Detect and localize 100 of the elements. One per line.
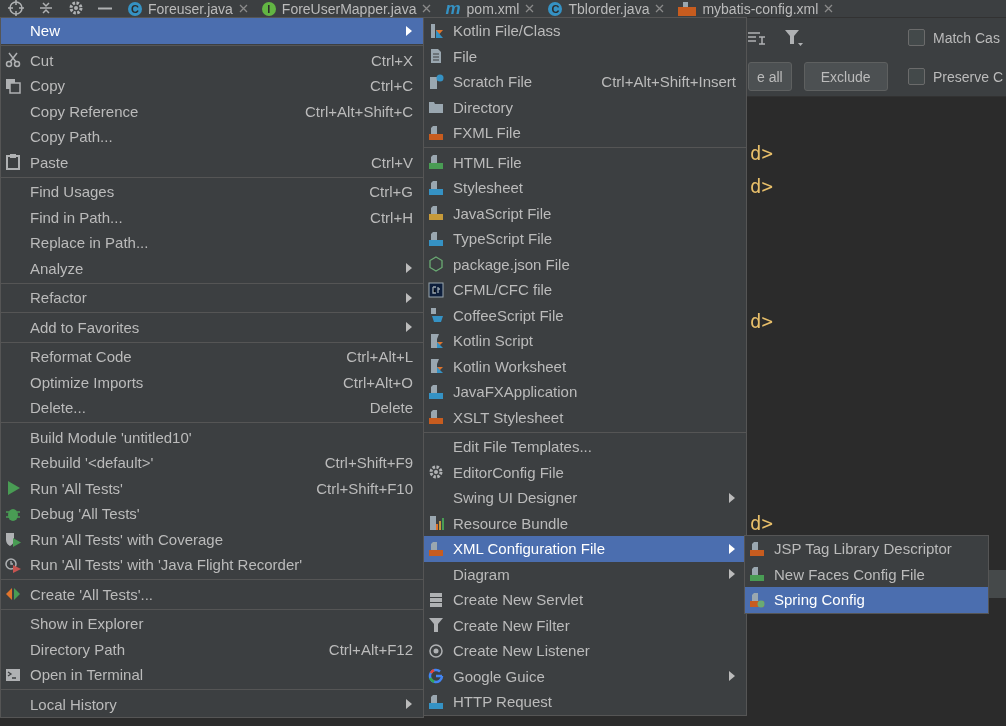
file-icon	[428, 48, 444, 65]
menu-item[interactable]: Run 'All Tests' with Coverage	[1, 526, 423, 552]
menu-item[interactable]: TypeScript File	[424, 226, 746, 252]
menu-item[interactable]: Rebuild '<default>' Ctrl+Shift+F9	[1, 450, 423, 476]
play-icon	[5, 480, 21, 497]
menu-item[interactable]: Create New Servlet	[424, 587, 746, 613]
scratch-file-icon	[428, 73, 444, 90]
menu-item[interactable]: Kotlin Worksheet	[424, 353, 746, 379]
clipboard-icon	[5, 154, 21, 171]
exclude-button[interactable]: Exclude	[803, 62, 888, 91]
menu-item[interactable]: Resource Bundle	[424, 510, 746, 536]
editor-tab[interactable]: C Tblorder.java	[544, 0, 675, 17]
menu-item[interactable]: Run 'All Tests' Ctrl+Shift+F10	[1, 475, 423, 501]
menu-item[interactable]: Local History	[1, 691, 423, 717]
tab-label: pom.xml	[466, 0, 520, 17]
menu-item[interactable]: Open in Terminal	[1, 662, 423, 688]
menu-item[interactable]: Create New Listener	[424, 638, 746, 664]
menu-item[interactable]: Paste Ctrl+V	[1, 149, 423, 175]
menu-item[interactable]: Diagram	[424, 561, 746, 587]
list-filter-icon[interactable]	[748, 29, 766, 46]
tab-label: mybatis-config.xml	[702, 0, 819, 17]
menu-item[interactable]: Copy Path...	[1, 124, 423, 150]
clock-run-icon	[5, 556, 21, 573]
menu-item[interactable]: Create 'All Tests'...	[1, 581, 423, 607]
maven-icon: m	[445, 1, 461, 16]
menu-item[interactable]: EditorConfig File	[424, 459, 746, 485]
editor-tab[interactable]: mybatis-config.xml	[674, 0, 844, 17]
menu-item[interactable]: package.json File	[424, 251, 746, 277]
menu-item[interactable]: JavaFXApplication	[424, 379, 746, 405]
menu-item[interactable]: Delete... Delete	[1, 395, 423, 421]
menu-item[interactable]: Directory Path Ctrl+Alt+F12	[1, 636, 423, 662]
menu-item[interactable]: XSLT Stylesheet	[424, 404, 746, 430]
menu-item[interactable]: Spring Config	[745, 587, 988, 613]
menu-item[interactable]: Replace in Path...	[1, 230, 423, 256]
class-icon: C	[128, 1, 142, 16]
menu-item[interactable]: Show in Explorer	[1, 611, 423, 637]
menu-item[interactable]: New Faces Config File	[745, 561, 988, 587]
menu-item[interactable]: Find Usages Ctrl+G	[1, 179, 423, 205]
menu-item[interactable]: Copy Ctrl+C	[1, 73, 423, 99]
xml-file-icon	[678, 1, 697, 16]
menu-item[interactable]: Swing UI Designer	[424, 485, 746, 511]
file-type-icon	[428, 205, 444, 222]
menu-item[interactable]: Build Module 'untitled10'	[1, 424, 423, 450]
file-type-icon	[428, 154, 444, 171]
folder-icon	[428, 99, 444, 116]
close-icon[interactable]	[422, 4, 432, 13]
close-icon[interactable]	[525, 4, 535, 13]
menu-item[interactable]: Find in Path... Ctrl+H	[1, 204, 423, 230]
kotlin-file-icon	[428, 22, 444, 39]
menu-item[interactable]: Run 'All Tests' with 'Java Flight Recorder'	[1, 552, 423, 578]
menu-item[interactable]: Cut Ctrl+X	[1, 47, 423, 73]
checkbox[interactable]	[908, 68, 925, 85]
replace-all-button[interactable]: e all	[748, 62, 792, 91]
menu-item[interactable]: Stylesheet	[424, 175, 746, 201]
minimize-icon[interactable]	[98, 6, 112, 10]
menu-item[interactable]: Refactor	[1, 285, 423, 311]
menu-item[interactable]: Directory	[424, 94, 746, 120]
menu-item[interactable]: Scratch File Ctrl+Alt+Shift+Insert	[424, 69, 746, 95]
menu-item[interactable]: JavaScript File	[424, 200, 746, 226]
menu-item[interactable]: JSP Tag Library Descriptor	[745, 536, 988, 562]
checkbox-label: Preserve C	[933, 68, 1004, 85]
menu-item[interactable]: File	[424, 43, 746, 69]
menu-item[interactable]: HTML File	[424, 149, 746, 175]
scissors-icon	[5, 52, 21, 69]
coffee-cup-icon	[428, 307, 444, 324]
close-icon[interactable]	[655, 4, 665, 13]
tab-label: Foreuser.java	[148, 0, 233, 17]
menu-item[interactable]: HTTP Request	[424, 689, 746, 715]
code-text: d>	[750, 310, 773, 333]
checkbox[interactable]	[908, 29, 925, 46]
menu-item[interactable]: Create New Filter	[424, 612, 746, 638]
menu-item[interactable]: Google Guice	[424, 663, 746, 689]
menu-item[interactable]: XML Configuration File	[424, 536, 746, 562]
menu-item[interactable]: Edit File Templates...	[424, 434, 746, 460]
menu-item[interactable]: New	[1, 18, 423, 44]
menu-item[interactable]: Copy Reference Ctrl+Alt+Shift+C	[1, 98, 423, 124]
menu-item[interactable]: Optimize Imports Ctrl+Alt+O	[1, 369, 423, 395]
menu-item[interactable]: FXML File	[424, 120, 746, 146]
tab-label: Tblorder.java	[568, 0, 650, 17]
editor-tab[interactable]: m pom.xml	[441, 0, 545, 17]
menu-item[interactable]: CFML/CFC file	[424, 277, 746, 303]
editor-tab[interactable]: C Foreuser.java	[124, 0, 258, 17]
menu-item[interactable]: Kotlin File/Class	[424, 18, 746, 44]
menu-item[interactable]: Kotlin Script	[424, 328, 746, 354]
server-icon	[428, 591, 444, 608]
menu-item[interactable]: Analyze	[1, 255, 423, 281]
collapse-icon	[38, 0, 54, 16]
menu-item[interactable]: Reformat Code Ctrl+Alt+L	[1, 344, 423, 370]
menu-item[interactable]: CoffeeScript File	[424, 302, 746, 328]
file-type-icon	[428, 693, 444, 710]
filter-icon[interactable]	[784, 28, 804, 47]
close-icon[interactable]	[824, 4, 834, 13]
shield-run-icon	[5, 531, 21, 548]
menu-item[interactable]: Add to Favorites	[1, 314, 423, 340]
editor-tab[interactable]: I ForeUserMapper.java	[257, 0, 442, 17]
code-text: d>	[750, 175, 773, 198]
close-icon[interactable]	[238, 4, 248, 13]
file-type-icon	[428, 179, 444, 196]
menu-item[interactable]: Debug 'All Tests'	[1, 501, 423, 527]
filter-icon	[428, 617, 444, 634]
